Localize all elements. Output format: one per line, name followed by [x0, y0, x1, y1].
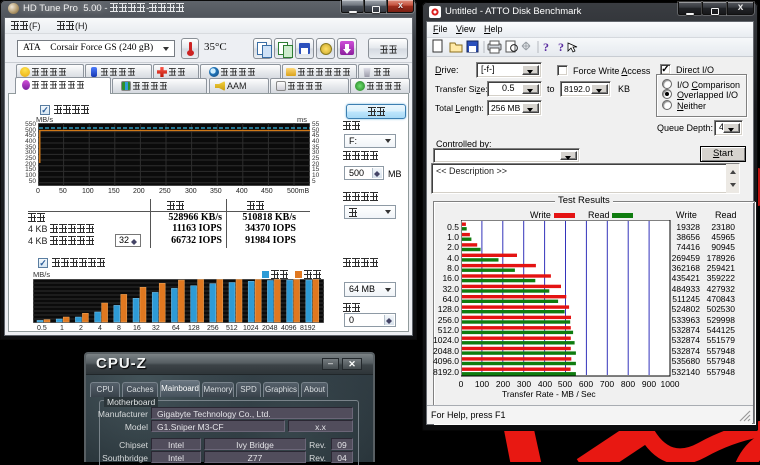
svg-text:?: ?: [543, 40, 549, 54]
svg-text:?: ?: [558, 40, 564, 54]
